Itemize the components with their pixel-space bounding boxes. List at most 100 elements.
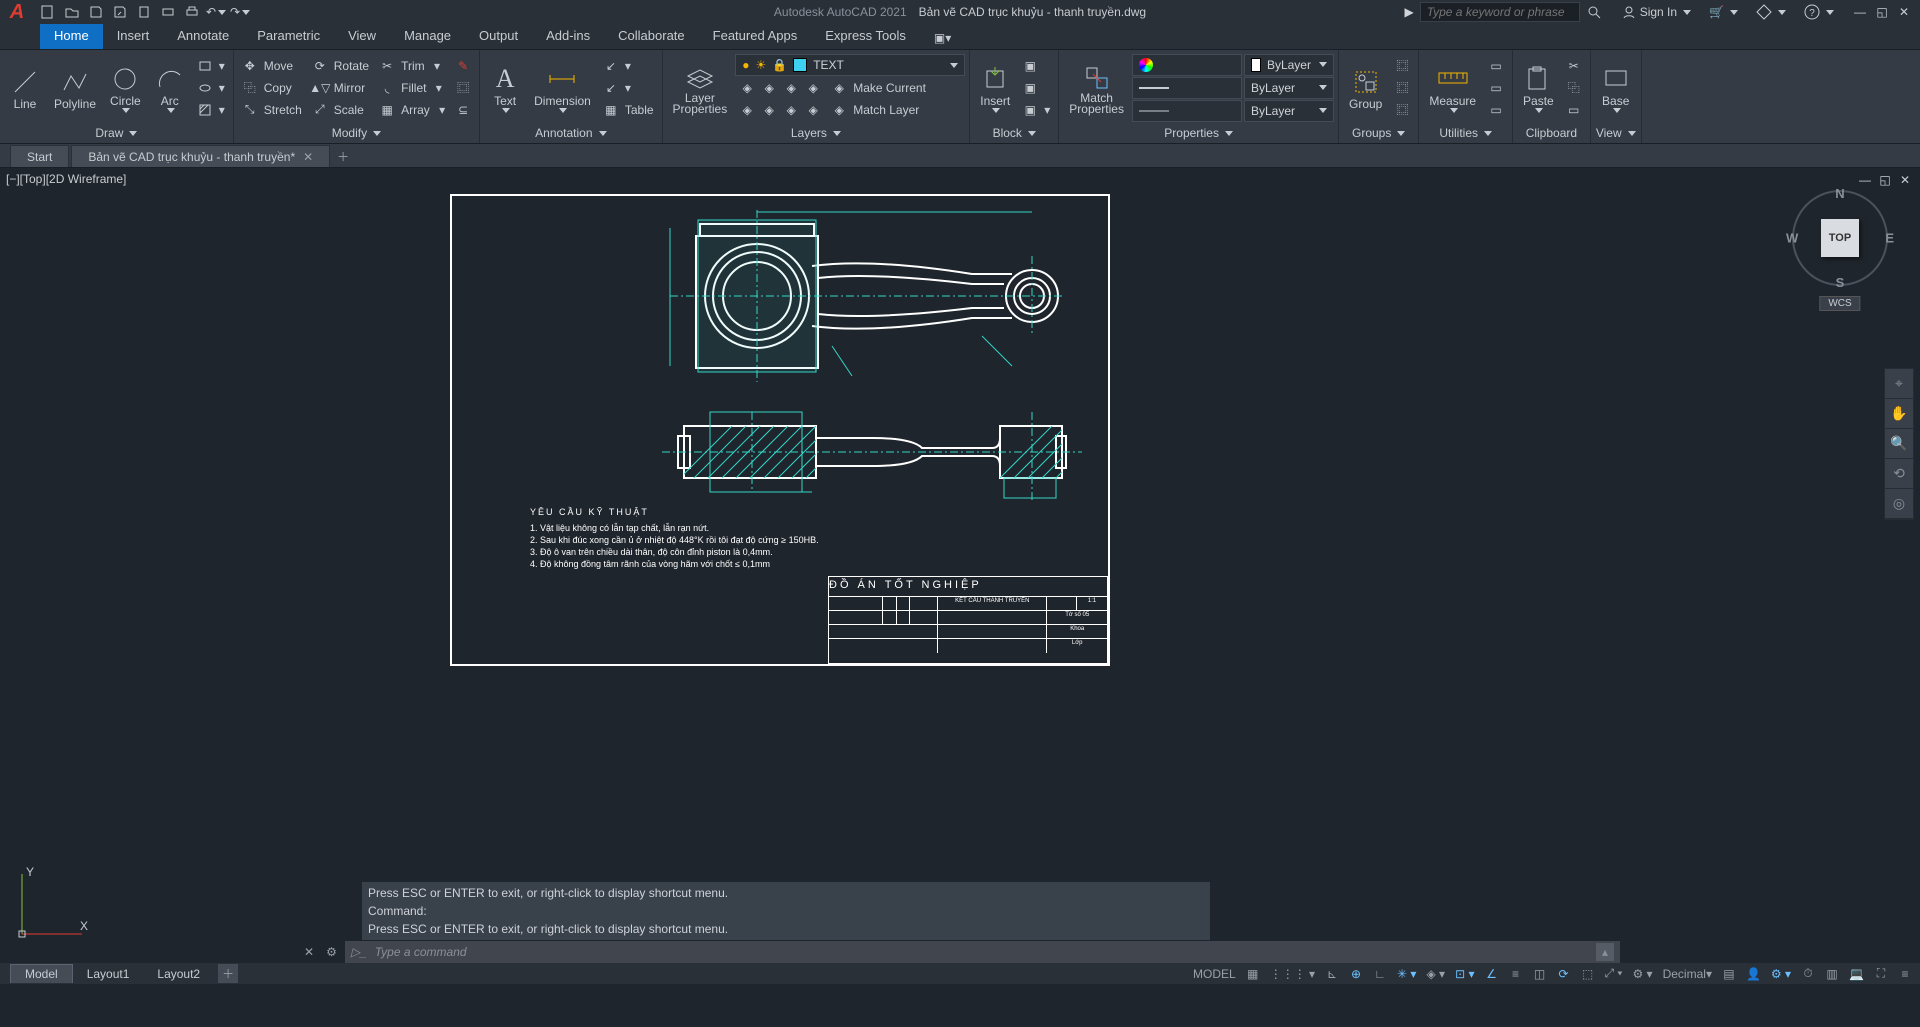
ucs-icon[interactable]: Y X xyxy=(12,864,92,944)
status-dynamic-icon[interactable]: ⊕ xyxy=(1345,964,1367,983)
tab-manage[interactable]: Manage xyxy=(390,24,465,49)
layer-dropdown[interactable]: ● ☀ 🔒 TEXT xyxy=(735,54,965,76)
command-input[interactable]: ▷_ Type a command ▴ xyxy=(345,941,1620,963)
arc-button[interactable]: Arc xyxy=(149,60,191,115)
status-lwt-icon[interactable]: ≡ xyxy=(1504,964,1526,983)
vc-s[interactable]: S xyxy=(1836,275,1845,290)
exchange-icon[interactable] xyxy=(1752,2,1790,22)
create-block-icon[interactable]: ▣ xyxy=(1018,55,1054,77)
layer-tool-1[interactable]: ◈◈◈◈ xyxy=(735,77,825,99)
rotate-button[interactable]: ⟳Rotate xyxy=(308,55,373,77)
add-tab-icon[interactable]: ＋ xyxy=(332,145,354,167)
erase-icon[interactable]: ✎ xyxy=(451,55,475,77)
explode-icon[interactable]: ⿴ xyxy=(451,77,475,99)
status-3dosnap-icon[interactable]: ⬚ xyxy=(1576,964,1598,983)
scale-button[interactable]: ⤢Scale xyxy=(308,99,373,121)
status-quick-icon[interactable]: ▤ xyxy=(1718,964,1740,983)
tab-addins[interactable]: Add-ins xyxy=(532,24,604,49)
move-button[interactable]: ✥Move xyxy=(238,55,306,77)
qat-save-icon[interactable] xyxy=(86,2,106,22)
ungroup-icon[interactable]: ⿴ xyxy=(1390,55,1414,77)
ellipse-icon[interactable]: ▾ xyxy=(193,77,229,99)
leader-icon[interactable]: ↙▾ xyxy=(599,55,658,77)
status-model[interactable]: MODEL xyxy=(1189,964,1240,983)
status-gizmo-icon[interactable]: ⚙ ▾ xyxy=(1628,964,1656,983)
nav-pan-icon[interactable]: ✋ xyxy=(1885,399,1913,429)
vp-close-icon[interactable]: ✕ xyxy=(1896,172,1914,188)
tab-collaborate[interactable]: Collaborate xyxy=(604,24,699,49)
qat-open-icon[interactable] xyxy=(62,2,82,22)
qat-plot-icon[interactable] xyxy=(158,2,178,22)
cart-icon[interactable]: 🛒 xyxy=(1705,2,1742,22)
layout-model[interactable]: Model xyxy=(10,964,73,983)
paste-button[interactable]: Paste xyxy=(1517,60,1560,115)
qat-web-icon[interactable] xyxy=(134,2,154,22)
viewcube[interactable]: N S W E TOP WCS xyxy=(1790,188,1890,288)
color-value[interactable]: ByLayer xyxy=(1244,54,1334,76)
qat-print-icon[interactable] xyxy=(182,2,202,22)
table-button[interactable]: ▦Table xyxy=(599,99,658,121)
pastespec-icon[interactable]: ▭ xyxy=(1562,99,1586,121)
status-infer-icon[interactable]: ⊾ xyxy=(1321,964,1343,983)
color-dropdown[interactable] xyxy=(1132,54,1242,76)
status-ortho-icon[interactable]: ∟ xyxy=(1369,964,1391,983)
select-icon[interactable]: ▭ xyxy=(1484,55,1508,77)
status-polar-icon[interactable]: ✳ ▾ xyxy=(1393,964,1420,983)
qat-saveas-icon[interactable] xyxy=(110,2,130,22)
tab-insert[interactable]: Insert xyxy=(103,24,164,49)
qat-undo-icon[interactable]: ↶ xyxy=(206,2,226,22)
group-sel-icon[interactable]: ⿴ xyxy=(1390,99,1414,121)
viewport-label[interactable]: [−][Top][2D Wireframe] xyxy=(6,172,126,186)
status-annovis-icon[interactable]: 👤 xyxy=(1742,964,1765,983)
polyline-button[interactable]: Polyline xyxy=(48,63,102,113)
edit-block-icon[interactable]: ▣ xyxy=(1018,77,1054,99)
vp-minimize-icon[interactable]: — xyxy=(1856,172,1874,188)
layer-properties-button[interactable]: Layer Properties xyxy=(667,59,734,117)
vc-n[interactable]: N xyxy=(1835,186,1844,201)
ribbon-more-icon[interactable]: ▣▾ xyxy=(926,27,959,49)
vc-wcs[interactable]: WCS xyxy=(1819,296,1860,311)
dimension-button[interactable]: Dimension xyxy=(528,60,597,115)
tab-featured[interactable]: Featured Apps xyxy=(699,24,812,49)
layer-tool-2[interactable]: ◈◈◈◈ xyxy=(735,99,825,121)
copy-button[interactable]: ⿻Copy xyxy=(238,77,306,99)
lineweight-dropdown[interactable] xyxy=(1132,77,1242,99)
status-custom-icon[interactable]: ≡ xyxy=(1894,964,1916,983)
mleader-icon[interactable]: ↙▾ xyxy=(599,77,658,99)
hatch-icon[interactable]: ▾ xyxy=(193,99,229,121)
measure-button[interactable]: Measure xyxy=(1423,60,1482,115)
match-layer-button[interactable]: ◈Match Layer xyxy=(827,99,930,121)
fillet-button[interactable]: ◟Fillet ▾ xyxy=(375,77,449,99)
vc-w[interactable]: W xyxy=(1786,231,1798,246)
drawing-sheet[interactable]: YÊU CẦU KỸ THUẬT 1. Vật liệu không có lẫ… xyxy=(450,194,1110,666)
edit-attr-icon[interactable]: ▣▾ xyxy=(1018,99,1054,121)
offset-icon[interactable]: ⊆ xyxy=(451,99,475,121)
tab-annotate[interactable]: Annotate xyxy=(163,24,243,49)
status-grid-icon[interactable]: ▦ xyxy=(1242,964,1264,983)
lineweight-value[interactable]: ByLayer xyxy=(1244,77,1334,99)
group-edit-icon[interactable]: ⿴ xyxy=(1390,77,1414,99)
stretch-button[interactable]: ⤡Stretch xyxy=(238,99,306,121)
cmd-custom-icon[interactable]: ⚙ xyxy=(322,945,341,959)
text-button[interactable]: AText xyxy=(484,60,526,115)
layout-2[interactable]: Layout2 xyxy=(143,964,214,983)
app-logo[interactable]: A xyxy=(6,1,28,23)
tab-express[interactable]: Express Tools xyxy=(811,24,920,49)
linetype-dropdown[interactable] xyxy=(1132,100,1242,122)
nav-zoom-icon[interactable]: 🔍 xyxy=(1885,429,1913,459)
file-tab-doc[interactable]: Bản vẽ CAD trục khuỷu - thanh truyền*✕ xyxy=(71,145,330,167)
vc-e[interactable]: E xyxy=(1885,231,1894,246)
qat-new-icon[interactable] xyxy=(38,2,58,22)
nav-wheel-icon[interactable]: ◎ xyxy=(1885,489,1913,519)
status-annoscale-icon[interactable]: ⤢ ▾ xyxy=(1600,964,1626,983)
status-cycle-icon[interactable]: ⟳ xyxy=(1552,964,1574,983)
search-input[interactable] xyxy=(1420,2,1580,22)
status-hardware-icon[interactable]: 💻 xyxy=(1845,964,1868,983)
signin-button[interactable]: Sign In xyxy=(1618,2,1695,22)
layout-add-icon[interactable]: ＋ xyxy=(218,964,238,983)
calc-icon[interactable]: ▭ xyxy=(1484,77,1508,99)
status-units[interactable]: Decimal ▾ xyxy=(1659,964,1716,983)
restore-icon[interactable]: ◱ xyxy=(1872,2,1892,22)
layout-1[interactable]: Layout1 xyxy=(73,964,144,983)
close-icon[interactable]: ✕ xyxy=(1894,2,1914,22)
